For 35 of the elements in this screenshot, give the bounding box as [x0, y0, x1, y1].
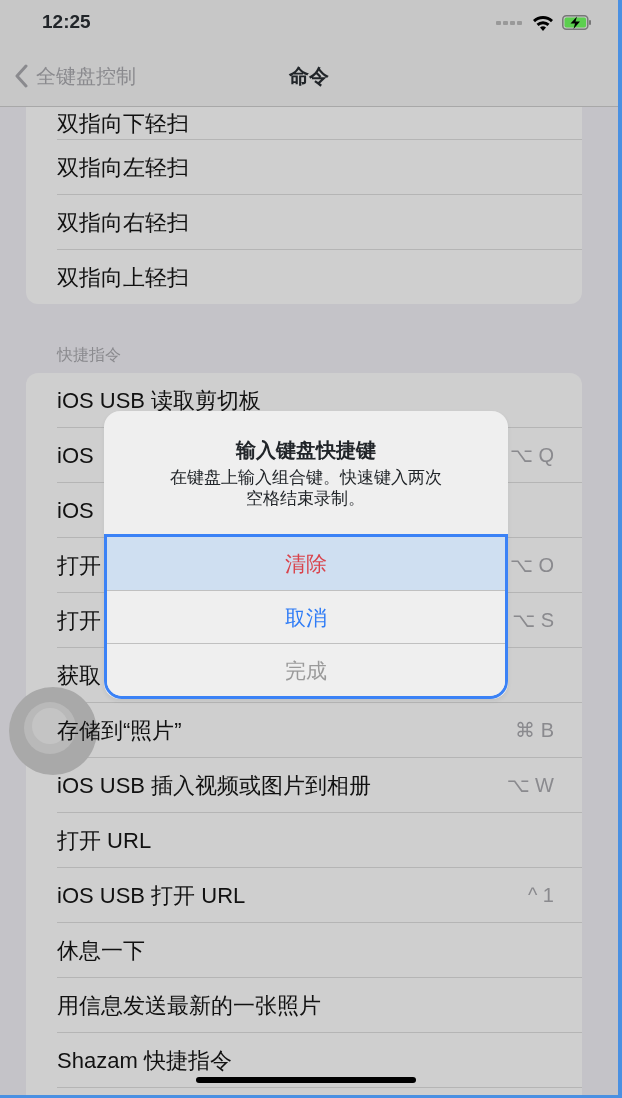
- row-label: iOS USB 插入视频或图片到相册: [57, 771, 372, 800]
- dialog-message: 在键盘上输入组合键。快速键入两次空格结束录制。: [169, 467, 443, 509]
- status-time: 12:25: [42, 10, 91, 35]
- shortcut-label: ^ 1: [527, 883, 554, 908]
- command-row[interactable]: 双指向右轻扫: [26, 195, 582, 249]
- shortcut-label: ⌘ B: [515, 718, 554, 743]
- wifi-icon: [532, 14, 554, 31]
- command-row[interactable]: 双指向下轻扫: [26, 107, 582, 139]
- signal-icon: [496, 19, 524, 26]
- row-label: 打开 URL: [57, 826, 152, 855]
- row-label: 双指向左轻扫: [57, 153, 189, 182]
- battery-charging-icon: [562, 15, 592, 30]
- row-label: 双指向右轻扫: [57, 208, 189, 237]
- row-label: 双指向下轻扫: [57, 109, 189, 138]
- dialog-title: 输入键盘快捷键: [234, 438, 377, 463]
- command-row[interactable]: 用信息发送最新的一张照片: [26, 978, 582, 1032]
- command-row[interactable]: iOS USB 打开 URL ^ 1: [26, 868, 582, 922]
- row-label: iOS USB 读取剪切板: [57, 386, 262, 415]
- command-row[interactable]: iOS USB 插入视频或图片到相册 ⌥ W: [26, 758, 582, 812]
- row-label: iOS USB 打开 URL: [57, 881, 246, 910]
- command-row[interactable]: 存储到“照片” ⌘ B: [26, 703, 582, 757]
- command-row[interactable]: 休息一下: [26, 923, 582, 977]
- command-row[interactable]: Shazam 快捷指令: [26, 1033, 582, 1087]
- command-row[interactable]: 打开 URL: [26, 813, 582, 867]
- chevron-left-icon: [14, 63, 28, 88]
- row-label: 用信息发送最新的一张照片: [57, 991, 321, 1020]
- row-label: 双指向上轻扫: [57, 263, 189, 292]
- shortcut-label: ⌥ W: [506, 773, 554, 798]
- row-label: 存储到“照片”: [57, 716, 182, 745]
- command-row[interactable]: 双指向左轻扫: [26, 140, 582, 194]
- nav-title: 命令: [289, 63, 329, 89]
- row-label: Shazam 快捷指令: [57, 1046, 232, 1075]
- command-row[interactable]: 双指向上轻扫: [26, 250, 582, 304]
- row-label: 休息一下: [57, 936, 145, 965]
- section-header: 快捷指令: [55, 345, 122, 365]
